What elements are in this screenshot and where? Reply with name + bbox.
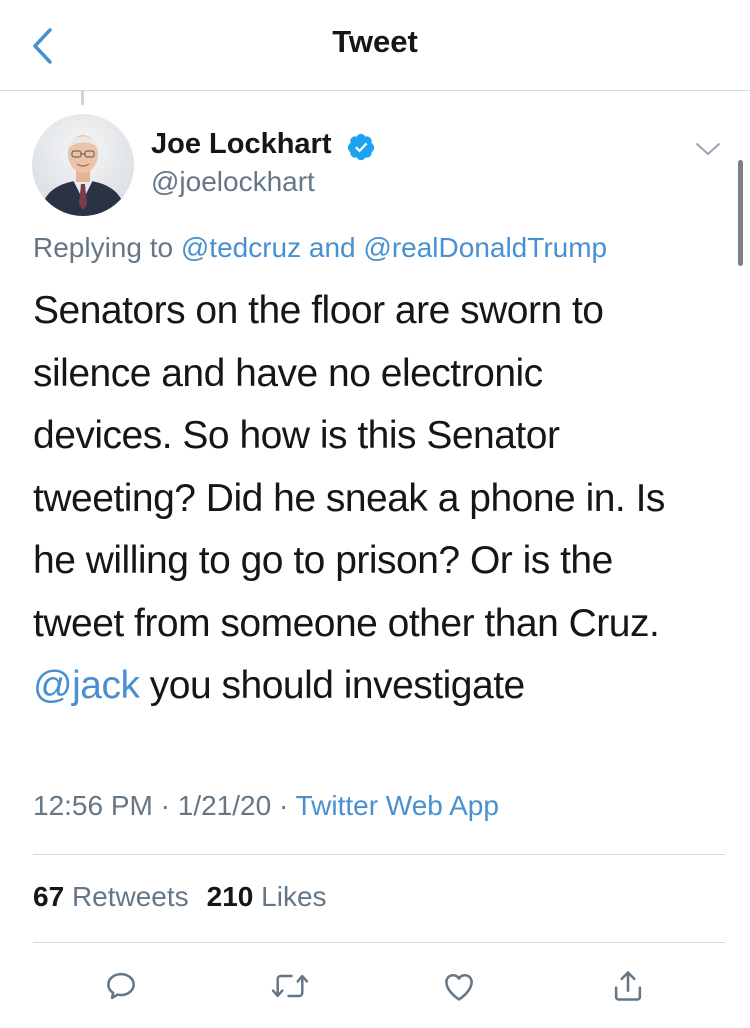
tweet-text-line: devices. So how is this Senator (33, 414, 560, 457)
reply-button[interactable] (101, 966, 141, 1006)
tweet-text-line: Senators on the floor are sworn to (33, 289, 604, 332)
like-button[interactable] (439, 966, 479, 1006)
author-name[interactable]: Joe Lockhart (151, 128, 332, 161)
retweet-icon (271, 974, 309, 998)
like-icon (445, 974, 473, 1001)
reply-icon (107, 972, 135, 1000)
likes-stat[interactable]: 210 Likes (207, 881, 327, 912)
retweets-label: Retweets (71, 881, 189, 912)
mention-link[interactable]: @tedcruz (181, 232, 301, 263)
mention-link[interactable]: @realDonaldTrump (363, 232, 607, 263)
tweet-text-line: tweeting? Did he sneak a phone in. Is (33, 476, 665, 520)
author-handle[interactable]: @joelockhart (151, 166, 315, 198)
tweet-text: Senators on the floor are sworn to silen… (33, 280, 733, 718)
tweet-text-line: @jack you should investigate (33, 655, 733, 718)
retweets-stat[interactable]: 67 Retweets (33, 881, 189, 912)
tweet-text-fragment: you should investigate (139, 664, 525, 707)
tweet-time: 12:56 PM (33, 790, 153, 821)
scrollbar[interactable] (738, 160, 743, 266)
share-icon (614, 971, 642, 1001)
thread-connector-line (81, 91, 84, 105)
source-link[interactable]: Twitter Web App (296, 790, 499, 821)
engagement-stats: 67 Retweets 210 Likes (33, 881, 327, 913)
tweet-metadata: 12:56 PM · 1/21/20 · Twitter Web App (33, 790, 499, 822)
tweet-text-line: he willing to go to prison? Or is the (33, 539, 613, 582)
avatar-image (32, 114, 134, 216)
separator: · (152, 790, 178, 821)
divider (33, 854, 725, 855)
divider (33, 942, 725, 943)
replying-to-line: Replying to @tedcruz and @realDonaldTrum… (33, 232, 607, 264)
page-title: Tweet (332, 24, 418, 59)
conjunction-text[interactable]: and (301, 232, 363, 263)
tweet-date: 1/21/20 (177, 790, 272, 821)
avatar[interactable] (32, 114, 134, 216)
retweet-button[interactable] (270, 966, 310, 1006)
share-button[interactable] (608, 966, 648, 1006)
tweet-text-line: tweet from someone other than Cruz. (33, 601, 660, 645)
likes-count: 210 (206, 881, 254, 912)
mention-link[interactable]: @jack (33, 664, 140, 707)
navigation-bar: Tweet (0, 0, 750, 91)
verified-badge-icon (347, 133, 375, 161)
tweet-text-line: silence and have no electronic (33, 351, 543, 395)
replying-to-label: Replying to (33, 232, 181, 263)
separator: · (271, 790, 296, 821)
likes-label: Likes (261, 881, 327, 912)
chevron-down-icon[interactable] (693, 136, 723, 162)
retweets-count: 67 (33, 881, 65, 912)
